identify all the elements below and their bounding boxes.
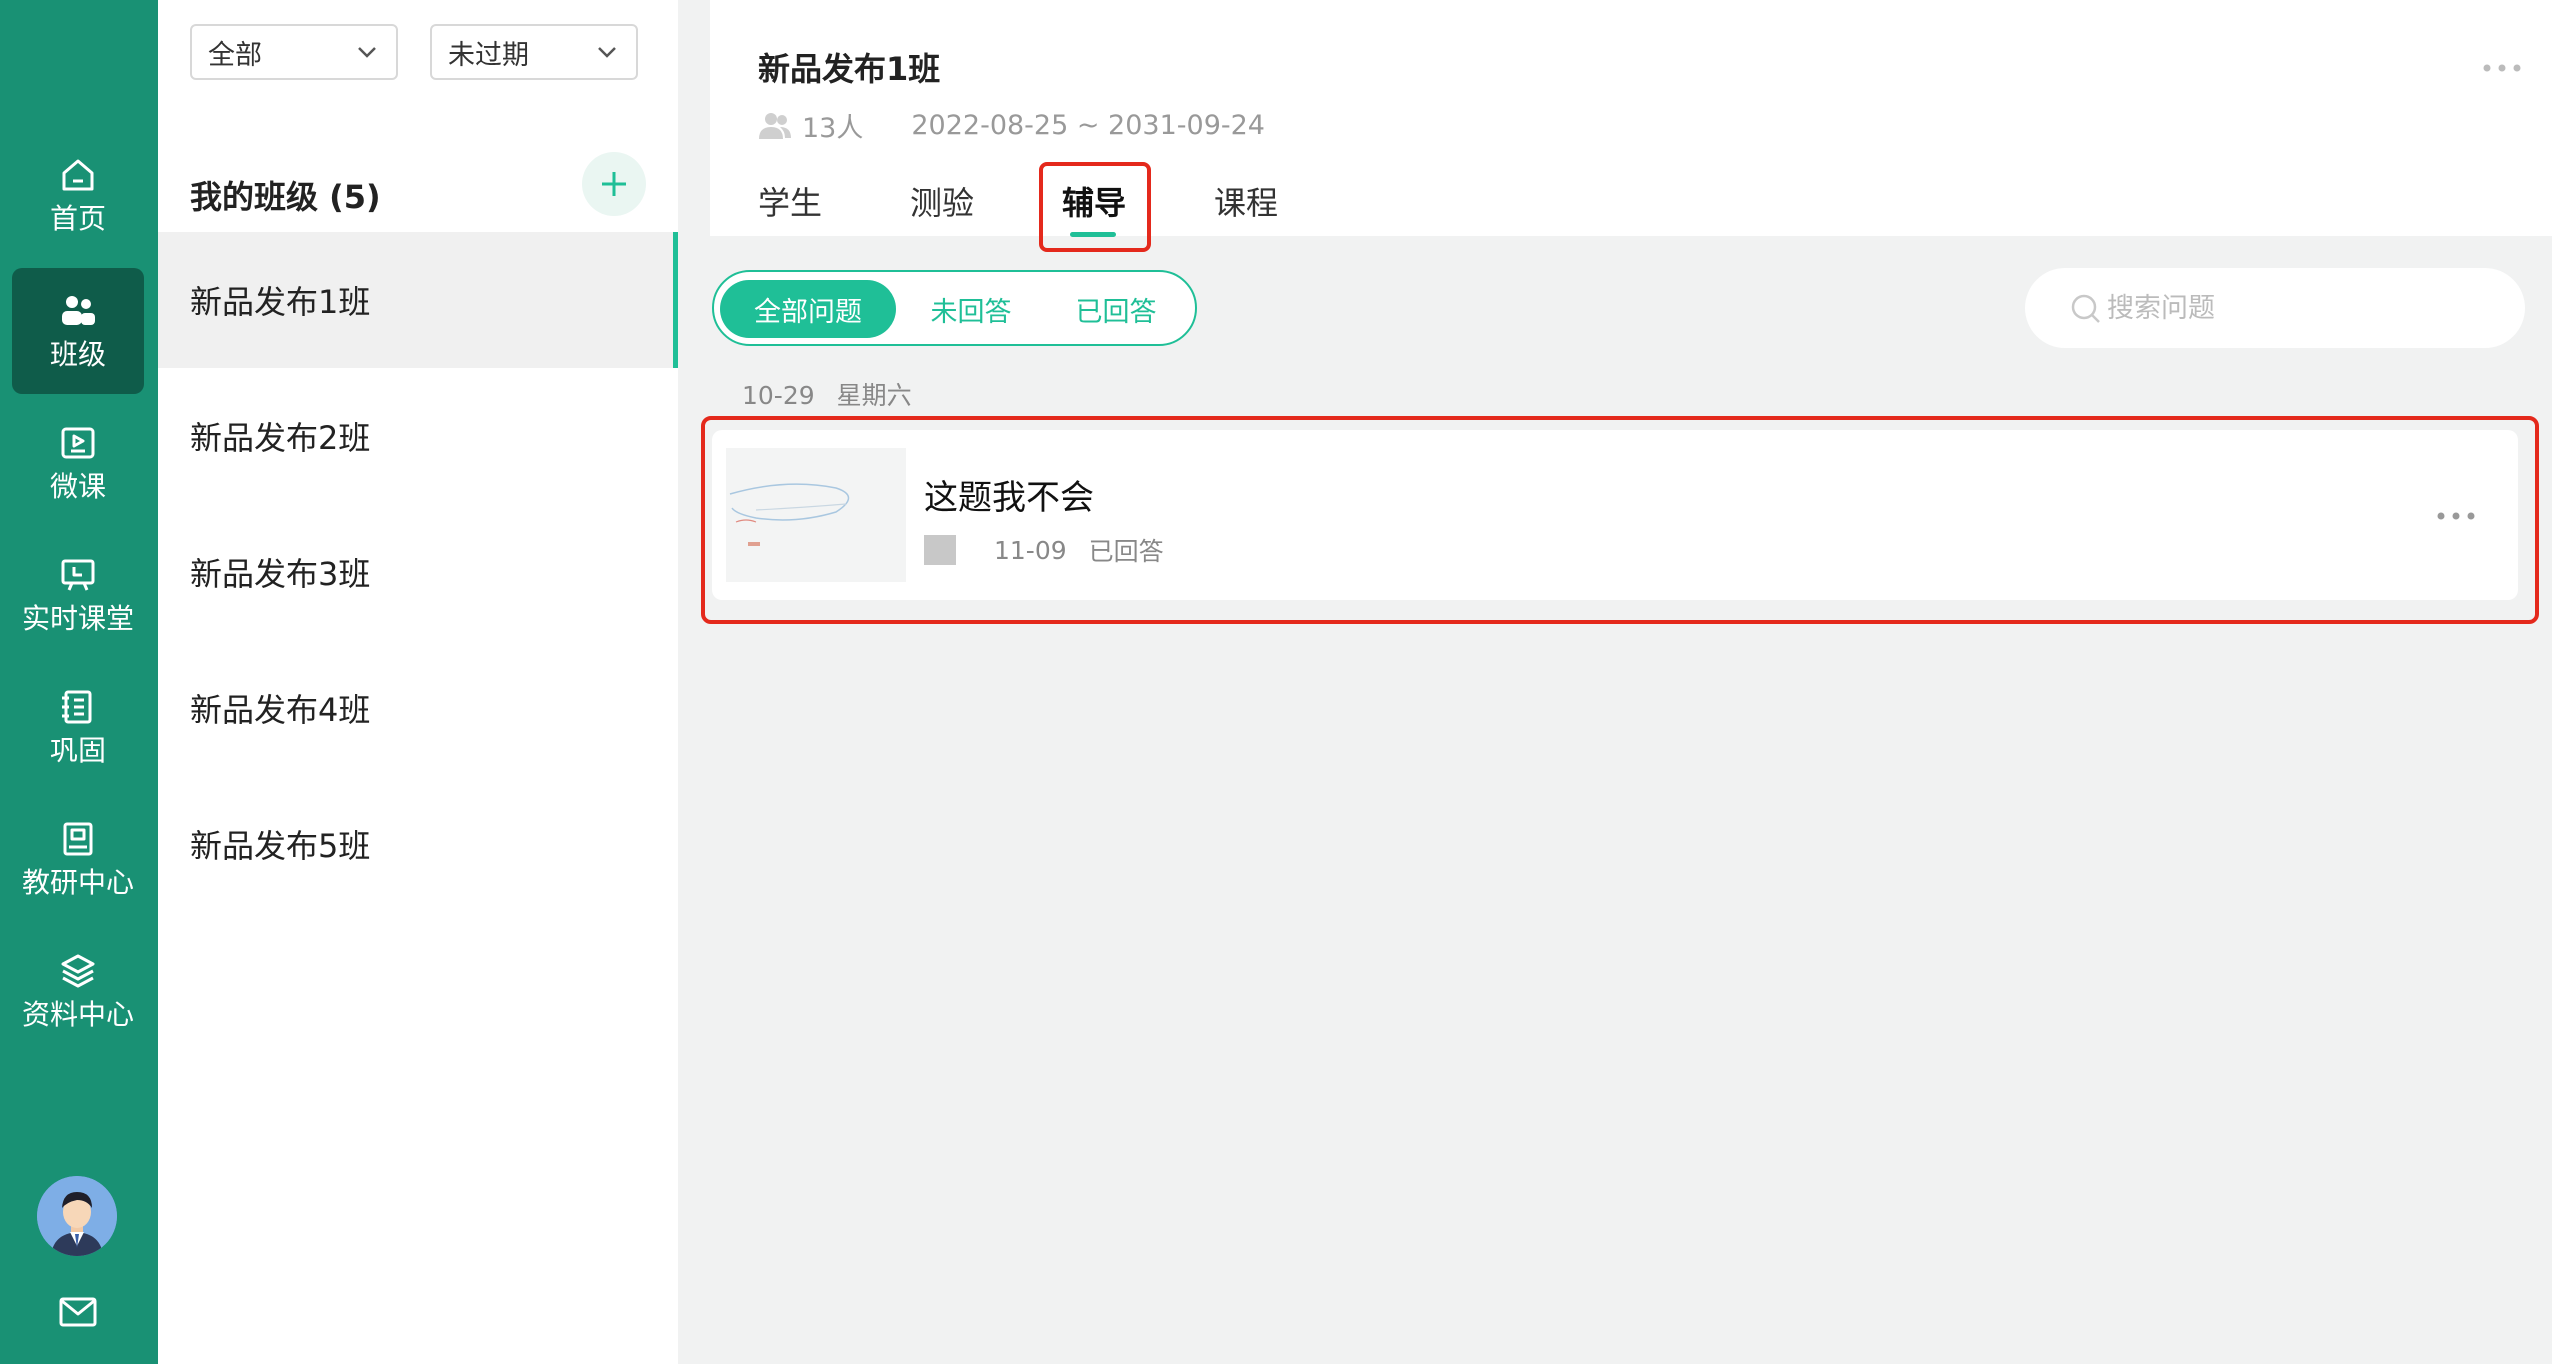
question-filter: 全部问题 未回答 已回答 [712, 270, 1197, 346]
class-item[interactable]: 新品发布2班 [158, 368, 678, 504]
tab-quizzes[interactable]: 测验 [910, 178, 974, 224]
tab-students[interactable]: 学生 [758, 178, 822, 224]
video-icon [61, 427, 95, 459]
notebook-icon [62, 690, 92, 724]
member-count: 13人 [802, 113, 864, 144]
avatar[interactable] [37, 1176, 117, 1256]
date-group-label: 10-29 星期六 [742, 376, 912, 412]
question-thumbnail-image [726, 448, 906, 582]
class-item[interactable]: 新品发布3班 [158, 504, 678, 640]
question-date: 11-09 [994, 535, 1067, 565]
question-card[interactable]: 这题我不会 11-09 已回答 [712, 430, 2518, 600]
class-list-panel: 全部 未过期 我的班级 (5) 新品发布1班 新品发布2班 新品发布3班 新品发… [158, 0, 678, 1364]
home-icon [62, 159, 94, 191]
class-item-label: 新品发布3班 [190, 555, 371, 593]
class-item-label: 新品发布4班 [190, 691, 371, 729]
class-meta: 13人 2022-08-25 ~ 2031-09-24 [758, 106, 1265, 145]
class-period: 2022-08-25 ~ 2031-09-24 [911, 110, 1265, 141]
layers-icon [61, 954, 95, 988]
members-icon [759, 112, 791, 139]
nav-resource-center[interactable]: 资料中心 [12, 928, 144, 1054]
tab-courses[interactable]: 课程 [1214, 178, 1278, 224]
my-classes-title: 我的班级 (5) [190, 178, 381, 216]
nav-home-label: 首页 [49, 202, 106, 235]
tab-active-indicator [1070, 232, 1116, 237]
search-icon [2071, 294, 2100, 323]
class-item-label: 新品发布1班 [190, 283, 371, 321]
question-meta: 11-09 已回答 [924, 532, 1164, 568]
search-box [2025, 268, 2525, 348]
status-select[interactable]: 未过期 [430, 24, 638, 80]
class-item[interactable]: 新品发布5班 [158, 776, 678, 912]
scope-select-value: 全部 [208, 39, 262, 71]
date-group-weekday: 星期六 [836, 381, 912, 410]
date-group-date: 10-29 [742, 381, 815, 410]
search-input[interactable] [2107, 292, 2487, 324]
filter-unanswered[interactable]: 未回答 [910, 280, 1032, 338]
mail-icon[interactable] [58, 1296, 98, 1328]
class-item-label: 新品发布5班 [190, 827, 371, 865]
nav-review[interactable]: 巩固 [12, 664, 144, 790]
nav-microlesson[interactable]: 微课 [12, 400, 144, 526]
tab-tutoring[interactable]: 辅导 [1062, 178, 1126, 224]
chevron-down-icon [598, 47, 616, 58]
nav-classes-label: 班级 [49, 338, 106, 371]
scope-select[interactable]: 全部 [190, 24, 398, 80]
nav-rail: 首页 班级 微课 实时课堂 巩固 教研中心 资料中心 [0, 0, 158, 1364]
nav-classes[interactable]: 班级 [12, 268, 144, 394]
blackboard-icon [61, 559, 95, 591]
nav-home[interactable]: 首页 [12, 132, 144, 258]
nav-live-classroom-label: 实时课堂 [21, 602, 134, 635]
class-item[interactable]: 新品发布1班 [158, 232, 678, 368]
nav-resource-center-label: 资料中心 [21, 998, 134, 1031]
class-title: 新品发布1班 [758, 50, 941, 88]
status-select-value: 未过期 [448, 39, 529, 71]
nav-live-classroom[interactable]: 实时课堂 [12, 532, 144, 658]
question-thumbnail [726, 448, 906, 582]
chevron-down-icon [358, 47, 376, 58]
plus-icon [602, 172, 626, 196]
filter-all-questions[interactable]: 全部问题 [720, 280, 896, 338]
add-class-button[interactable] [582, 152, 646, 216]
avatar-image [37, 1176, 117, 1256]
more-icon[interactable] [2482, 62, 2522, 74]
class-header: 新品发布1班 13人 2022-08-25 ~ 2031-09-24 学生 测验… [710, 0, 2552, 236]
asker-avatar [924, 535, 956, 565]
nav-microlesson-label: 微课 [49, 470, 106, 503]
people-icon [62, 296, 95, 325]
nav-review-label: 巩固 [49, 734, 106, 767]
more-icon[interactable] [2436, 510, 2476, 522]
question-status: 已回答 [1088, 537, 1164, 566]
class-item[interactable]: 新品发布4班 [158, 640, 678, 776]
book-icon [63, 822, 93, 856]
filter-answered[interactable]: 已回答 [1054, 280, 1178, 338]
nav-research-center-label: 教研中心 [21, 866, 134, 899]
nav-research-center[interactable]: 教研中心 [12, 796, 144, 922]
class-item-label: 新品发布2班 [190, 419, 371, 457]
question-title: 这题我不会 [924, 478, 1094, 518]
